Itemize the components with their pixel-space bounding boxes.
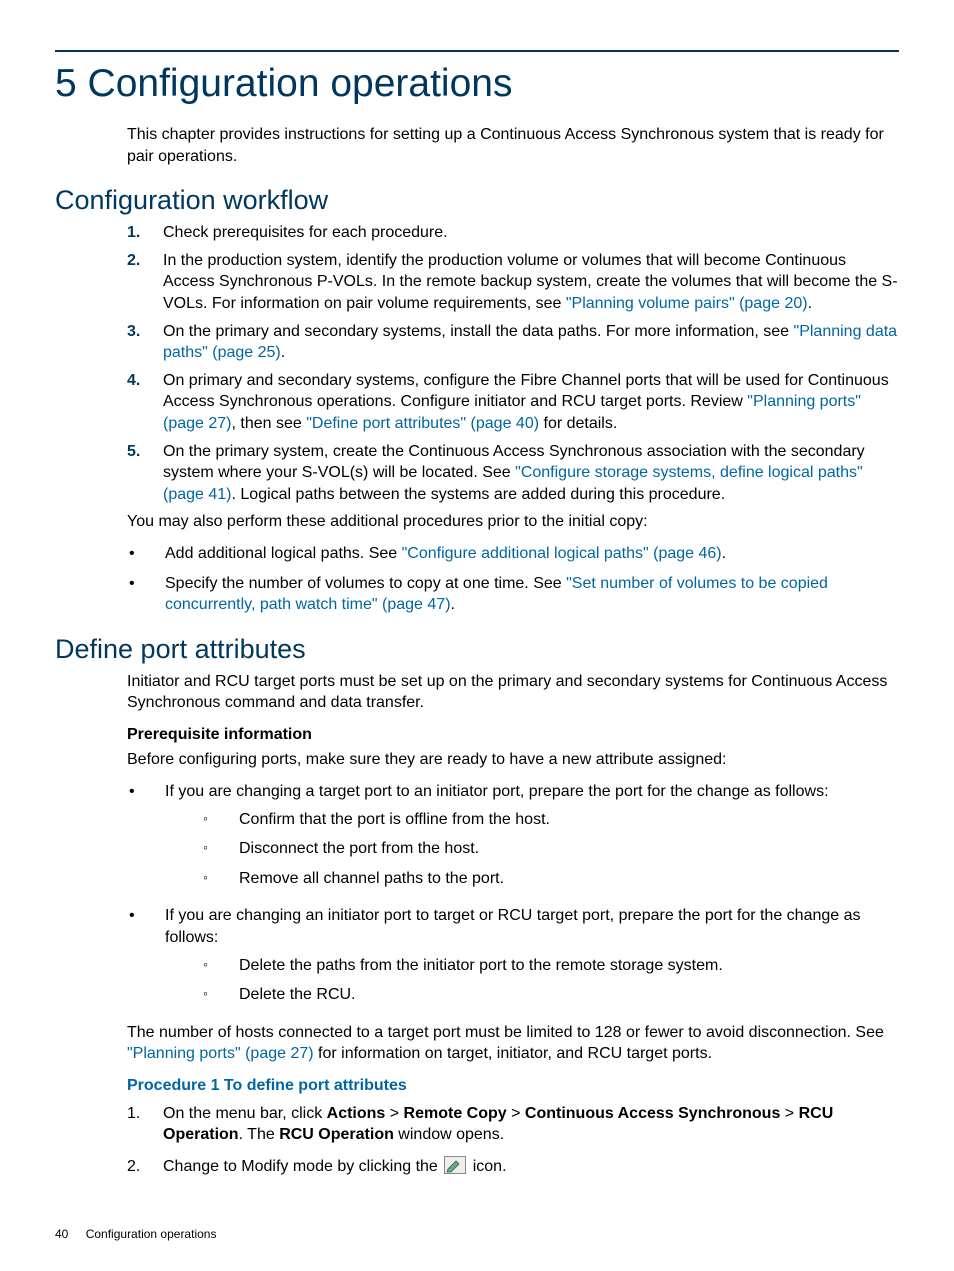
- text: >: [507, 1105, 525, 1122]
- step-number: 2.: [127, 250, 163, 315]
- link-planning-ports-2[interactable]: "Planning ports" (page 27): [127, 1045, 314, 1062]
- prereq-list: If you are changing a target port to an …: [127, 781, 899, 1014]
- modify-mode-icon: [444, 1156, 466, 1174]
- text: Change to Modify mode by clicking the: [163, 1158, 442, 1175]
- text: .: [808, 295, 812, 312]
- sub-item: Confirm that the port is offline from th…: [201, 809, 899, 831]
- additional-item: Specify the number of volumes to copy at…: [127, 573, 899, 616]
- section-heading-workflow: Configuration workflow: [55, 185, 899, 216]
- text: . The: [239, 1126, 280, 1143]
- step-text: On primary and secondary systems, config…: [163, 370, 899, 435]
- step-number: 1.: [127, 1103, 163, 1146]
- section-heading-define-ports: Define port attributes: [55, 634, 899, 665]
- workflow-step-3: 3. On the primary and secondary systems,…: [127, 321, 899, 364]
- step-text: Change to Modify mode by clicking the ic…: [163, 1156, 899, 1178]
- procedure-steps: 1. On the menu bar, click Actions > Remo…: [127, 1103, 899, 1178]
- host-limit: The number of hosts connected to a targe…: [127, 1022, 899, 1065]
- page-number: 40: [55, 1227, 68, 1241]
- sub-list: Delete the paths from the initiator port…: [201, 955, 899, 1006]
- text: for details.: [539, 415, 617, 432]
- step-number: 5.: [127, 441, 163, 506]
- step-text: Check prerequisites for each procedure.: [163, 222, 899, 244]
- text: Delete the paths from the initiator port…: [239, 955, 899, 977]
- page-footer: 40 Configuration operations: [55, 1227, 216, 1241]
- text: The number of hosts connected to a targe…: [127, 1024, 884, 1041]
- text: If you are changing an initiator port to…: [165, 907, 861, 946]
- step-text: On the primary and secondary systems, in…: [163, 321, 899, 364]
- workflow-step-2: 2. In the production system, identify th…: [127, 250, 899, 315]
- step-text: In the production system, identify the p…: [163, 250, 899, 315]
- text: .: [281, 344, 285, 361]
- chapter-intro: This chapter provides instructions for s…: [127, 124, 899, 167]
- procedure-step-2: 2. Change to Modify mode by clicking the…: [127, 1156, 899, 1178]
- step-text: On the primary system, create the Contin…: [163, 441, 899, 506]
- procedure-step-1: 1. On the menu bar, click Actions > Remo…: [127, 1103, 899, 1146]
- text: .: [451, 596, 455, 613]
- prereq-intro: Before configuring ports, make sure they…: [127, 749, 899, 771]
- text: On the menu bar, click: [163, 1105, 327, 1122]
- sub-item: Disconnect the port from the host.: [201, 838, 899, 860]
- text: , then see: [232, 415, 307, 432]
- menu-cas: Continuous Access Synchronous: [525, 1105, 780, 1122]
- menu-actions: Actions: [327, 1105, 386, 1122]
- text: Specify the number of volumes to copy at…: [165, 575, 566, 592]
- text: . Logical paths between the systems are …: [232, 486, 726, 503]
- additional-procedures: Add additional logical paths. See "Confi…: [127, 543, 899, 616]
- prereq-item: If you are changing an initiator port to…: [127, 905, 899, 1013]
- running-header: Configuration operations: [86, 1227, 217, 1241]
- define-intro: Initiator and RCU target ports must be s…: [127, 671, 899, 714]
- step-text: On the menu bar, click Actions > Remote …: [163, 1103, 899, 1146]
- link-planning-volume-pairs[interactable]: "Planning volume pairs" (page 20): [566, 295, 808, 312]
- window-rcu-operation: RCU Operation: [279, 1126, 394, 1143]
- text: for information on target, initiator, an…: [314, 1045, 712, 1062]
- step-number: 2.: [127, 1156, 163, 1178]
- text: Add additional logical paths. See: [165, 545, 402, 562]
- workflow-step-5: 5. On the primary system, create the Con…: [127, 441, 899, 506]
- sub-item: Delete the RCU.: [201, 984, 899, 1006]
- prereq-label: Prerequisite information: [127, 724, 899, 746]
- text: >: [780, 1105, 798, 1122]
- workflow-step-1: 1. Check prerequisites for each procedur…: [127, 222, 899, 244]
- additional-item: Add additional logical paths. See "Confi…: [127, 543, 899, 565]
- additional-intro: You may also perform these additional pr…: [127, 511, 899, 533]
- workflow-step-4: 4. On primary and secondary systems, con…: [127, 370, 899, 435]
- text: window opens.: [394, 1126, 504, 1143]
- text: icon.: [473, 1158, 507, 1175]
- sub-list: Confirm that the port is offline from th…: [201, 809, 899, 890]
- text: >: [385, 1105, 403, 1122]
- step-number: 1.: [127, 222, 163, 244]
- top-rule: [55, 50, 899, 52]
- link-define-port-attributes[interactable]: "Define port attributes" (page 40): [306, 415, 539, 432]
- sub-item: Delete the paths from the initiator port…: [201, 955, 899, 977]
- link-configure-additional-paths[interactable]: "Configure additional logical paths" (pa…: [402, 545, 722, 562]
- text: On the primary and secondary systems, in…: [163, 323, 794, 340]
- text: Delete the RCU.: [239, 984, 899, 1006]
- text: Confirm that the port is offline from th…: [239, 809, 899, 831]
- text: If you are changing a target port to an …: [165, 783, 829, 800]
- procedure-heading: Procedure 1 To define port attributes: [127, 1075, 899, 1097]
- text: Remove all channel paths to the port.: [239, 868, 899, 890]
- prereq-item: If you are changing a target port to an …: [127, 781, 899, 897]
- chapter-title: 5 Configuration operations: [55, 62, 899, 106]
- workflow-steps: 1. Check prerequisites for each procedur…: [127, 222, 899, 505]
- step-number: 3.: [127, 321, 163, 364]
- sub-item: Remove all channel paths to the port.: [201, 868, 899, 890]
- step-number: 4.: [127, 370, 163, 435]
- text: Disconnect the port from the host.: [239, 838, 899, 860]
- menu-remote-copy: Remote Copy: [404, 1105, 507, 1122]
- text: .: [722, 545, 726, 562]
